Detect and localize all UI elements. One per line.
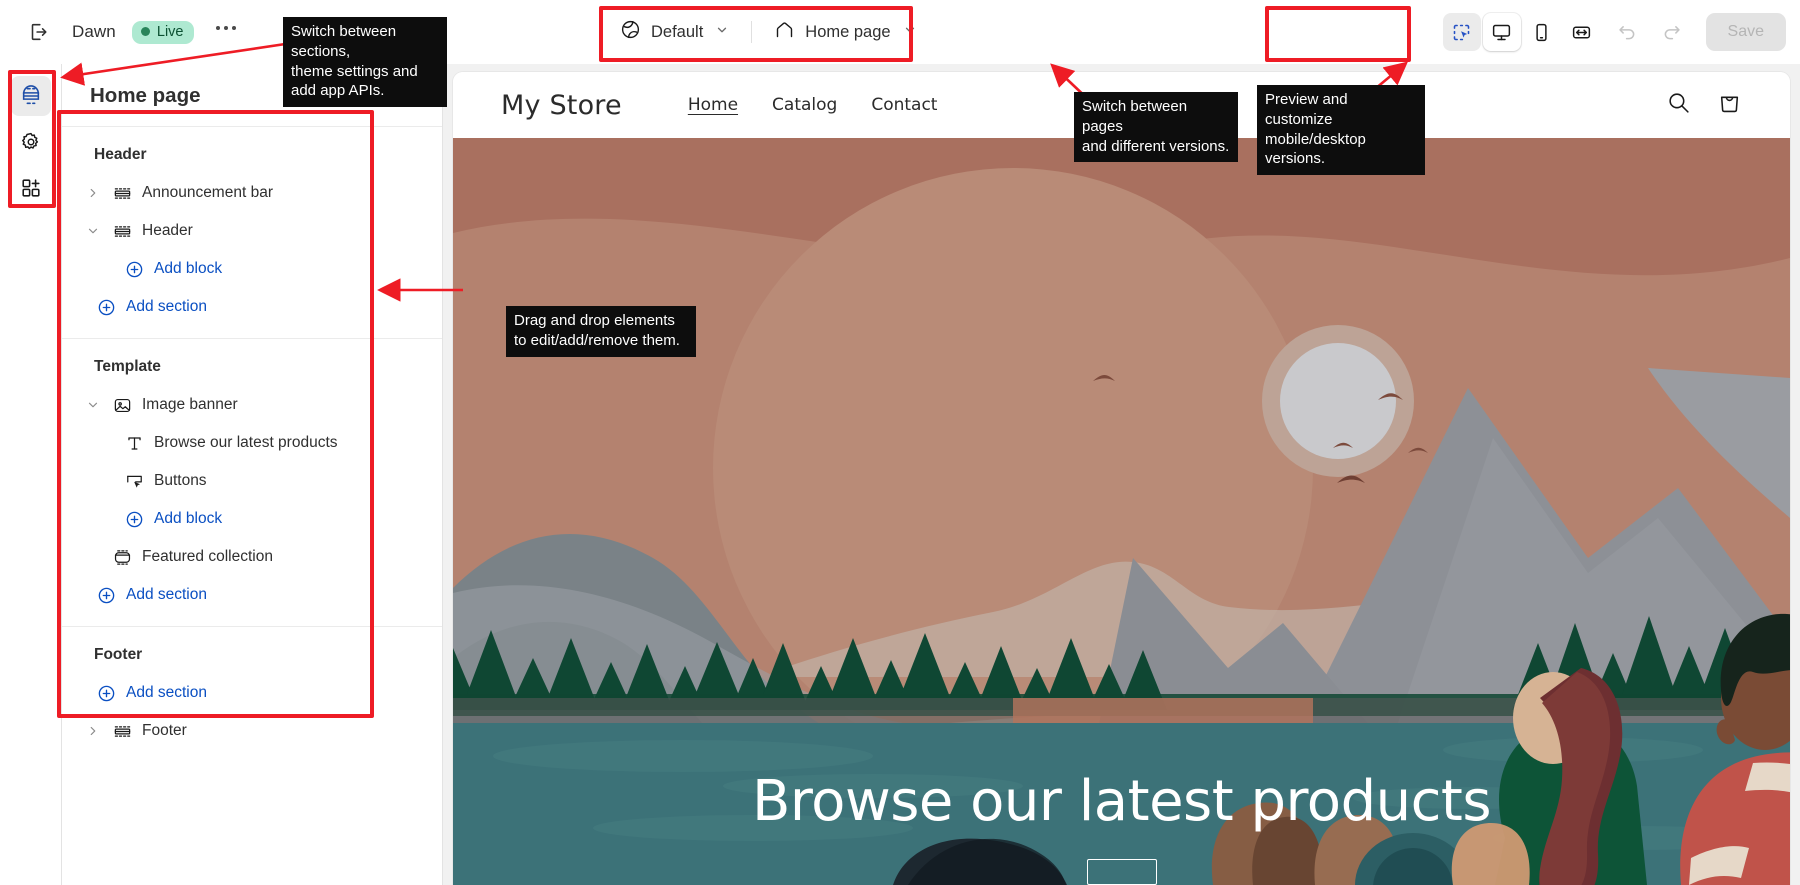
section-group: Header Announcement bar Header Add block Add…	[62, 126, 442, 338]
sidebar-item-apps[interactable]	[11, 168, 51, 208]
chevron-down-icon	[715, 23, 729, 42]
chevron-down-icon[interactable]	[84, 398, 102, 412]
storefront-actions	[1666, 90, 1742, 120]
section-row-label: Browse our latest products	[154, 434, 338, 451]
sidebar-item-sections[interactable]	[10, 76, 51, 116]
button-icon	[124, 472, 144, 491]
image-icon	[112, 396, 132, 415]
plus-circle-icon	[124, 510, 144, 529]
chevron-right-icon[interactable]	[84, 186, 102, 200]
section-group-label: Footer	[94, 646, 143, 663]
section-row-footer[interactable]: Footer	[62, 712, 442, 750]
section-icon	[112, 222, 132, 241]
page-selector-label: Home page	[805, 22, 891, 41]
section-row-image-banner[interactable]: Image banner	[62, 386, 442, 424]
device-toggle-group	[1439, 10, 1604, 54]
section-row-label: Featured collection	[142, 548, 273, 565]
section-row-add-section[interactable]: Add section	[62, 288, 442, 326]
top-bar-right: Save	[1439, 10, 1786, 54]
home-icon	[774, 19, 795, 45]
desktop-icon[interactable]	[1482, 13, 1521, 51]
divider	[751, 21, 753, 43]
text-icon	[124, 434, 144, 453]
market-selector-label: Default	[651, 22, 704, 41]
section-icon	[112, 722, 132, 741]
plus-circle-icon	[124, 260, 144, 279]
save-button[interactable]: Save	[1705, 13, 1786, 51]
section-row-header[interactable]: Header	[62, 212, 442, 250]
status-badge: Live	[131, 20, 195, 44]
section-row-label: Add section	[126, 586, 207, 603]
section-group-label: Template	[94, 358, 161, 375]
top-bar-left: Dawn Live	[0, 12, 246, 52]
theme-name: Dawn	[72, 22, 116, 41]
undo-icon[interactable]	[1608, 12, 1648, 52]
mobile-icon[interactable]	[1523, 13, 1561, 51]
plus-circle-icon	[96, 298, 116, 317]
status-badge-label: Live	[156, 23, 184, 40]
section-row-label: Footer	[142, 722, 187, 739]
hero-cta-button[interactable]	[1086, 859, 1157, 885]
section-row-buttons[interactable]: Buttons	[62, 462, 442, 500]
chevron-down-icon	[903, 23, 917, 42]
store-nav-home[interactable]: Home	[688, 95, 738, 115]
section-row-browse-our-latest-products[interactable]: Browse our latest products	[62, 424, 442, 462]
section-row-add-section[interactable]: Add section	[62, 674, 442, 712]
top-bar: Dawn Live Default Home page Save	[0, 0, 1800, 64]
hero-content: Browse our latest products	[453, 771, 1790, 885]
section-row-label: Add section	[126, 298, 207, 315]
section-row-label: Add block	[154, 260, 223, 277]
sections-groups: Header Announcement bar Header Add block Add…	[62, 126, 442, 762]
section-row-featured-collection[interactable]: Featured collection	[62, 538, 442, 576]
market-selector[interactable]: Default	[606, 12, 743, 52]
status-dot-icon	[140, 27, 150, 36]
section-row-add-section[interactable]: Add section	[62, 576, 442, 614]
more-options-button[interactable]	[206, 12, 246, 52]
context-selectors: Default Home page	[606, 10, 931, 54]
section-group: Footer Add section Footer	[62, 626, 442, 762]
preview-area: My Store Home Catalog Contact Browse our…	[443, 64, 1800, 885]
section-row-add-block[interactable]: Add block	[62, 500, 442, 538]
store-logo[interactable]: My Store	[501, 90, 622, 121]
section-group: Template Image banner Browse our latest pr…	[62, 338, 442, 626]
section-row-label: Buttons	[154, 472, 207, 489]
globe-icon	[620, 19, 641, 45]
search-icon[interactable]	[1666, 90, 1691, 120]
hero-image-banner[interactable]: Browse our latest products	[453, 138, 1790, 885]
chevron-right-icon[interactable]	[84, 724, 102, 738]
section-row-label: Image banner	[142, 396, 238, 413]
page-selector[interactable]: Home page	[760, 12, 930, 52]
store-nav-contact[interactable]: Contact	[871, 95, 937, 115]
storefront-header: My Store Home Catalog Contact	[453, 72, 1790, 138]
storefront-preview: My Store Home Catalog Contact Browse our…	[453, 72, 1790, 885]
hero-title[interactable]: Browse our latest products	[752, 771, 1492, 831]
redo-icon[interactable]	[1652, 12, 1692, 52]
section-row-add-block[interactable]: Add block	[62, 250, 442, 288]
section-row-label: Announcement bar	[142, 184, 273, 201]
section-row-label: Add section	[126, 684, 207, 701]
sidebar-item-theme-settings[interactable]	[11, 122, 51, 162]
store-nav-catalog[interactable]: Catalog	[772, 95, 837, 115]
left-icon-rail	[0, 64, 62, 885]
plus-circle-icon	[96, 586, 116, 605]
sections-panel: Home page Header Announcement bar Header Ad…	[62, 64, 443, 885]
shopping-bag-icon[interactable]	[1717, 90, 1742, 120]
theme-editor-app: Dawn Live Default Home page Save Home pa…	[0, 0, 1800, 885]
section-group-label: Header	[94, 146, 147, 163]
exit-icon[interactable]	[18, 12, 58, 52]
fullscreen-icon[interactable]	[1563, 13, 1601, 51]
chevron-down-icon[interactable]	[84, 224, 102, 238]
collection-icon	[112, 548, 132, 567]
plus-circle-icon	[96, 684, 116, 703]
section-icon	[112, 184, 132, 203]
section-row-label: Header	[142, 222, 193, 239]
page-title: Home page	[90, 84, 201, 107]
section-row-label: Add block	[154, 510, 223, 527]
section-row-announcement-bar[interactable]: Announcement bar	[62, 174, 442, 212]
select-tool-icon[interactable]	[1442, 13, 1481, 51]
storefront-nav: Home Catalog Contact	[688, 95, 938, 115]
